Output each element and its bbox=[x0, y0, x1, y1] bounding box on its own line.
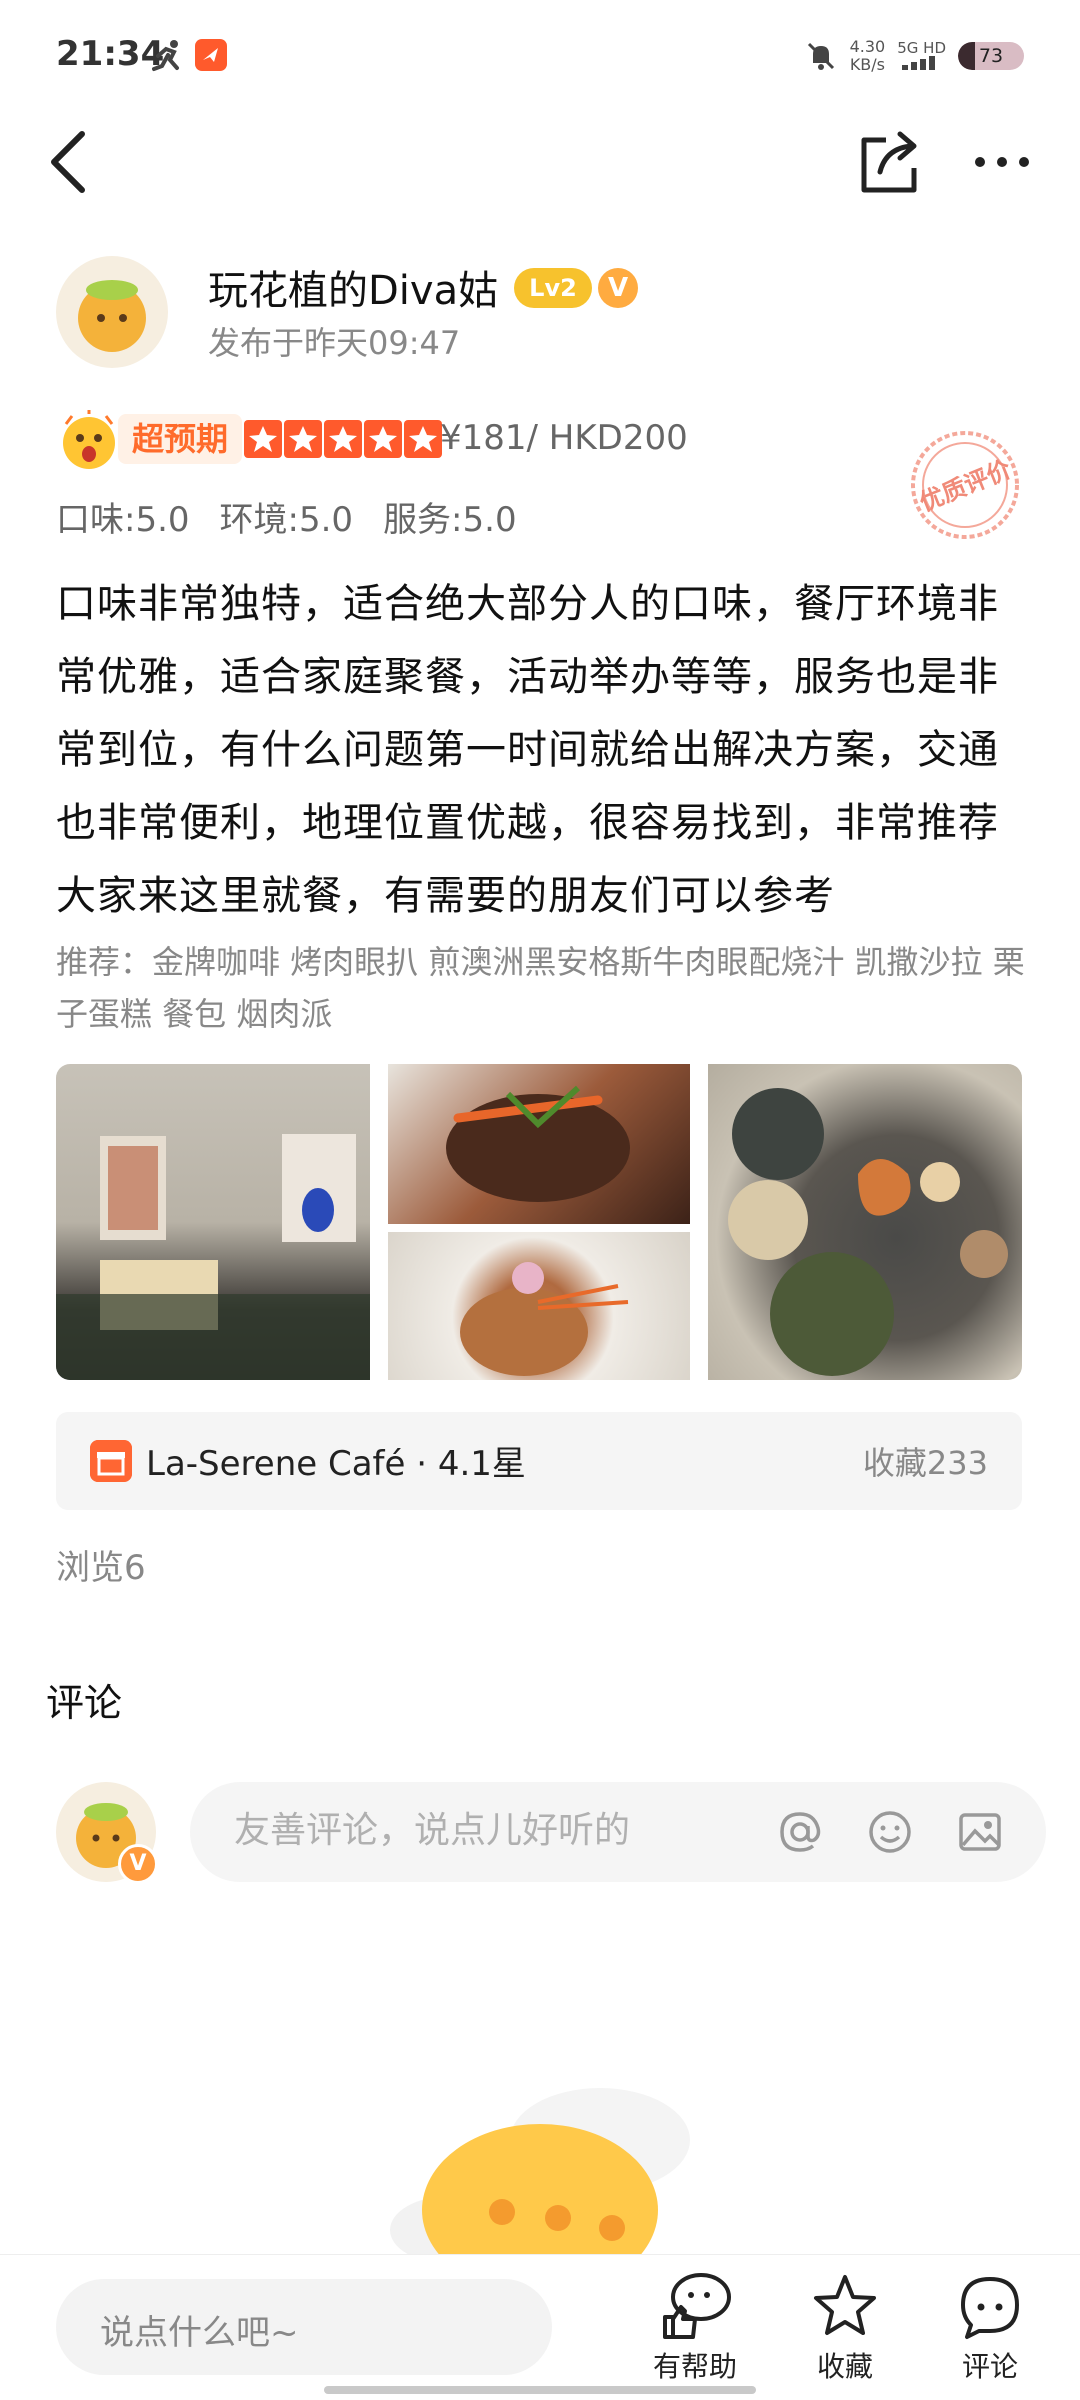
net-speed: 4.30 KB/s bbox=[850, 38, 886, 74]
emoji-icon[interactable] bbox=[866, 1808, 914, 1856]
star-icon bbox=[404, 420, 442, 458]
back-button[interactable] bbox=[40, 120, 100, 204]
star-icon bbox=[244, 420, 282, 458]
quality-review-stamp: 优质评价 bbox=[911, 431, 1019, 539]
helpful-button[interactable]: 有帮助 bbox=[640, 2271, 750, 2391]
helpful-label: 有帮助 bbox=[652, 2350, 737, 2383]
service-score: 服务:5.0 bbox=[383, 500, 517, 540]
comment-bubble-icon bbox=[961, 2277, 1019, 2339]
recommended-dishes: 推荐：金牌咖啡 烤肉眼扒 煎澳洲黑安格斯牛肉眼配烧汁 凯撒沙拉 栗子蛋糕 餐包 … bbox=[56, 943, 1025, 1033]
exceeds-expectation-tag: 超预期 bbox=[118, 414, 243, 464]
net-speed-unit: KB/s bbox=[849, 55, 886, 74]
environment-score: 环境:5.0 bbox=[219, 500, 354, 540]
sub-scores: 口味:5.0 环境:5.0 服务:5.0 bbox=[56, 492, 517, 541]
mention-at-icon[interactable] bbox=[776, 1808, 824, 1856]
thumbs-up-icon bbox=[663, 2273, 731, 2339]
comment-button[interactable]: 评论 bbox=[935, 2271, 1045, 2391]
comments-section-title: 评论 bbox=[46, 1681, 123, 1725]
app-notification-icon bbox=[195, 39, 227, 71]
star-icon bbox=[284, 420, 322, 458]
post-time: 发布于昨天09:47 bbox=[208, 324, 461, 362]
shop-icon bbox=[90, 1440, 132, 1482]
star-outline-icon bbox=[814, 2275, 876, 2335]
author-name[interactable]: 玩花植的Diva姑 bbox=[208, 258, 498, 316]
mute-bell-icon bbox=[807, 42, 834, 70]
network-indicator: 5G HD bbox=[897, 40, 946, 73]
bottom-action-bar: 说点什么吧~ 有帮助 收藏 评论 bbox=[0, 2254, 1080, 2400]
shop-favorites-count: 收藏233 bbox=[862, 1444, 988, 1482]
review-photo-steak-dish[interactable] bbox=[388, 1064, 690, 1224]
quick-comment-placeholder: 说点什么吧~ bbox=[100, 2313, 299, 2353]
empty-comments-illustration bbox=[390, 2088, 690, 2260]
status-bar: 21:34 4.30 KB/s 5G HD 73 bbox=[0, 0, 1080, 116]
quick-comment-box[interactable]: 说点什么吧~ bbox=[56, 2279, 552, 2375]
net-speed-value: 4.30 bbox=[849, 37, 886, 56]
shop-name: La-Serene Café · 4.1星 bbox=[146, 1444, 526, 1484]
status-right-group: 4.30 KB/s 5G HD 73 bbox=[804, 34, 1024, 78]
home-indicator[interactable] bbox=[324, 2386, 756, 2394]
verified-badge: V bbox=[598, 268, 638, 308]
my-verified-badge: V bbox=[118, 1844, 158, 1884]
level-badge: Lv2 bbox=[514, 268, 592, 308]
comment-box[interactable] bbox=[190, 1782, 1046, 1882]
taste-score: 口味:5.0 bbox=[56, 500, 190, 540]
share-button[interactable] bbox=[856, 126, 926, 198]
image-picker-icon[interactable] bbox=[956, 1808, 1004, 1856]
running-person-icon bbox=[152, 40, 179, 71]
shop-card[interactable]: La-Serene Café · 4.1星 收藏233 bbox=[56, 1412, 1022, 1510]
author-avatar[interactable] bbox=[56, 256, 168, 368]
battery-level: 73 bbox=[978, 45, 1004, 67]
avatar-illustration-icon bbox=[78, 280, 146, 352]
comment-label: 评论 bbox=[961, 2350, 1018, 2383]
status-time: 21:34 bbox=[56, 34, 165, 74]
star-rating bbox=[244, 420, 442, 458]
more-options-button[interactable] bbox=[970, 130, 1034, 194]
review-photo-restaurant-interior[interactable] bbox=[56, 1064, 370, 1380]
star-icon bbox=[364, 420, 402, 458]
battery-indicator: 73 bbox=[958, 42, 1024, 70]
price-per-person: ¥181/ HKD200 bbox=[440, 418, 688, 458]
review-photo-pie-dish[interactable] bbox=[388, 1232, 690, 1380]
star-icon bbox=[324, 420, 362, 458]
view-count: 浏览6 bbox=[56, 1548, 146, 1588]
comment-input[interactable] bbox=[234, 1810, 754, 1851]
network-label: 5G HD bbox=[897, 38, 946, 57]
review-photo-seafood-platter[interactable] bbox=[708, 1064, 1022, 1380]
collect-button[interactable]: 收藏 bbox=[790, 2271, 900, 2391]
signal-bars-icon bbox=[901, 55, 935, 70]
surprised-emoji-icon bbox=[63, 410, 115, 469]
collect-label: 收藏 bbox=[816, 2350, 873, 2383]
review-text: 口味非常独特，适合绝大部分人的口味，餐厅环境非常优雅，适合家庭聚餐，活动举办等等… bbox=[56, 581, 999, 919]
